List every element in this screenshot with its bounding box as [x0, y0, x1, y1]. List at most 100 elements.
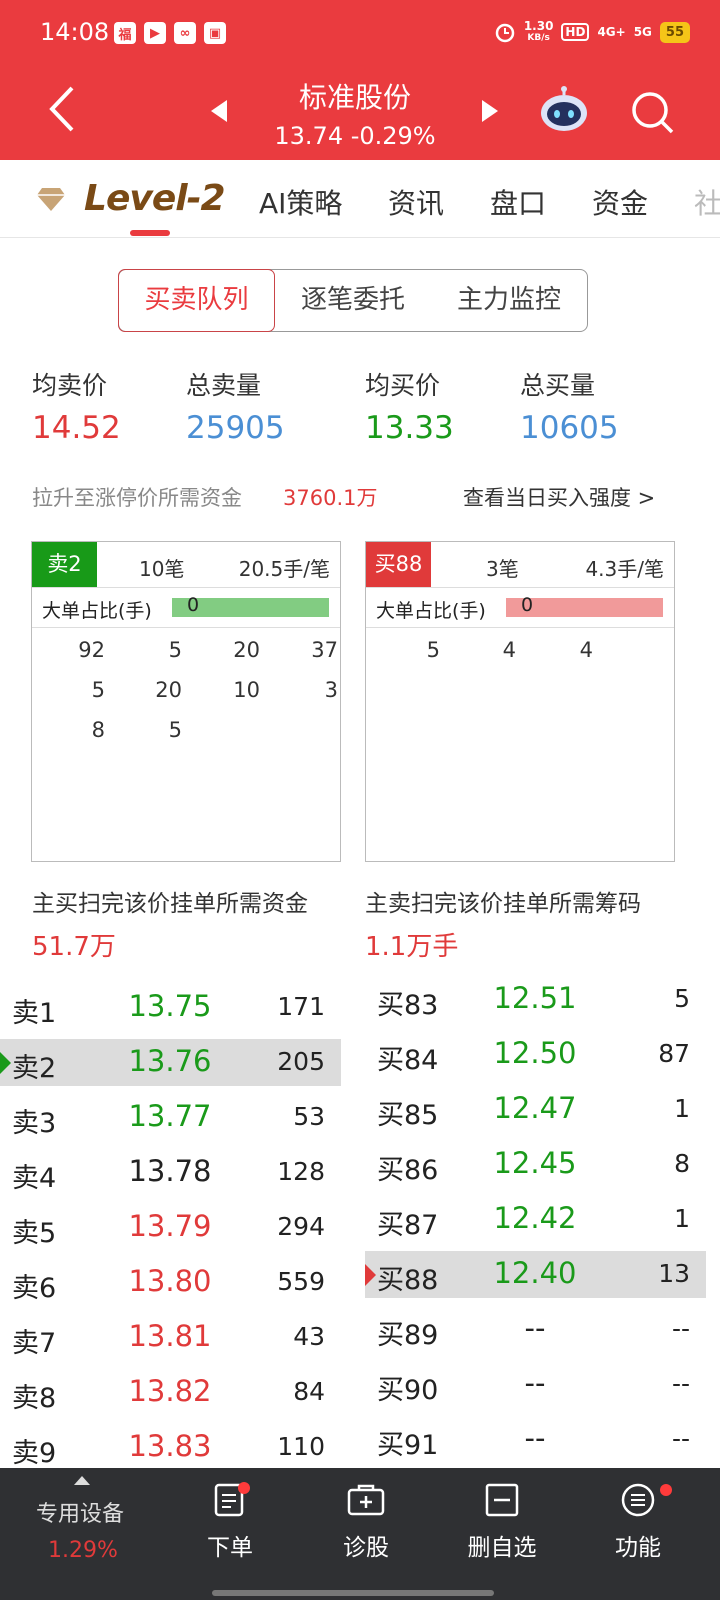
sell-ratio-label: 大单占比(手): [42, 600, 152, 622]
sell-book-row[interactable]: 卖5 13.79 294: [0, 1204, 341, 1251]
remove-watchlist-button[interactable]: 删自选: [452, 1468, 552, 1600]
avg-buy-label: 均买价: [365, 371, 441, 400]
ai-robot-icon[interactable]: [538, 86, 590, 134]
notification-dot: [660, 1484, 672, 1496]
segment-buy-sell-queue[interactable]: 买卖队列: [118, 269, 275, 332]
tab-news[interactable]: 资讯: [388, 182, 444, 222]
limit-up-fund-label: 拉升至涨停价所需资金: [32, 486, 242, 510]
sector-name: 专用设备: [36, 1502, 125, 1527]
total-sell-value: 25905: [186, 410, 285, 446]
sector-change: 1.29%: [48, 1538, 118, 1563]
video-app-icon: ▶: [144, 22, 166, 44]
buy-level-volume: 1: [674, 1094, 690, 1123]
sell-book-row[interactable]: 卖9 13.83 110: [0, 1424, 341, 1471]
sell-book-row[interactable]: 卖6 13.80 559: [0, 1259, 341, 1306]
sell-level-price: 13.78: [128, 1154, 212, 1188]
queue-cell: 20: [155, 678, 182, 702]
status-notification-icons: 福 ▶ ∞ ▣: [114, 22, 226, 44]
place-order-button[interactable]: 下单: [180, 1468, 280, 1600]
sell-book-row[interactable]: 卖4 13.78 128: [0, 1149, 341, 1196]
sell-queue-header: 卖2 10笔 20.5手/笔: [32, 542, 340, 588]
sell-queue-grid: 92 5 20 37 5 20 10 3 8 5: [32, 628, 340, 742]
sell-level-price: 13.82: [128, 1374, 212, 1408]
home-indicator[interactable]: [212, 1590, 494, 1596]
queue-cell: 5: [168, 638, 182, 662]
queue-cell: 5: [168, 718, 182, 742]
queue-cell: 92: [78, 638, 105, 662]
sector-info-button[interactable]: 专用设备 1.29%: [0, 1468, 160, 1600]
buy-book-row[interactable]: 买85 12.47 1: [365, 1086, 706, 1133]
sell-book-row[interactable]: 卖1 13.75 171: [0, 984, 341, 1031]
buy-book-row[interactable]: 买90 -- --: [365, 1361, 706, 1408]
next-stock-button[interactable]: [476, 96, 504, 126]
status-bar: 14:08 福 ▶ ∞ ▣ 1.30 KB/s HD 4G+ 5G 55: [0, 0, 720, 66]
buy-book-row[interactable]: 买91 -- --: [365, 1416, 706, 1463]
buy-level-label: 买85: [377, 1100, 439, 1131]
sell-book-row[interactable]: 卖8 13.82 84: [0, 1369, 341, 1416]
sell-book-row[interactable]: 卖7 13.81 43: [0, 1314, 341, 1361]
status-time: 14:08: [40, 18, 110, 46]
current-level-marker-icon: [365, 1264, 376, 1286]
buy-book-row[interactable]: 买87 12.42 1: [365, 1196, 706, 1243]
network-speed-value: 1.30: [523, 19, 554, 33]
signal-4g-icon: 4G+: [597, 25, 626, 39]
sell-level-volume: 84: [293, 1377, 325, 1406]
diagnose-stock-button[interactable]: 诊股: [316, 1468, 416, 1600]
functions-menu-icon: [621, 1483, 655, 1517]
tab-level2[interactable]: Level-2: [84, 178, 226, 219]
buy-level-volume: 13: [658, 1259, 690, 1288]
bottom-action-bar: 专用设备 1.29% 下单 诊股 删自选 功能: [0, 1468, 720, 1600]
sell-level-volume: 171: [277, 992, 325, 1021]
buy-book-row[interactable]: 买84 12.50 87: [365, 1031, 706, 1078]
buy-book-row[interactable]: 买88 12.40 13: [365, 1251, 706, 1298]
tab-ai-strategy[interactable]: AI策略: [259, 182, 342, 222]
tab-more[interactable]: 社区: [694, 182, 720, 222]
sell-level-volume: 559: [277, 1267, 325, 1296]
buy-level-price: --: [524, 1421, 546, 1455]
buy-sweep-value: 51.7万: [32, 932, 116, 962]
alarm-icon: [495, 23, 515, 43]
sell-level-price: 13.81: [128, 1319, 212, 1353]
diagnose-icon: [347, 1484, 385, 1516]
battery-icon: 55: [659, 21, 690, 43]
sell-book-row[interactable]: 卖2 13.76 205: [0, 1039, 341, 1086]
buy-level-price: 12.51: [493, 981, 577, 1015]
queue-cell: 20: [233, 638, 260, 662]
sell-level-volume: 128: [277, 1157, 325, 1186]
sell-book-row[interactable]: 卖3 13.77 53: [0, 1094, 341, 1141]
search-icon[interactable]: [628, 88, 676, 136]
buy-strength-link[interactable]: 查看当日买入强度 >: [463, 482, 655, 512]
queue-cell: 4: [579, 638, 593, 662]
avg-sell-label: 均卖价: [32, 371, 108, 400]
total-buy-value: 10605: [520, 410, 619, 446]
diagnose-label: 诊股: [343, 1535, 389, 1561]
tab-order-book[interactable]: 盘口: [490, 182, 546, 222]
buy-level-price: --: [524, 1366, 546, 1400]
functions-button[interactable]: 功能: [588, 1468, 688, 1600]
buy-level-volume: --: [671, 1314, 690, 1343]
buy-level-volume: --: [671, 1369, 690, 1398]
tab-funds[interactable]: 资金: [592, 182, 648, 222]
avg-sell-value: 14.52: [32, 410, 121, 446]
buy-level-label: 买88: [377, 1265, 439, 1296]
buy-large-order-ratio: 大单占比(手) 0: [366, 588, 674, 628]
total-buy-label: 总买量: [520, 371, 596, 400]
sell-level-price: 13.75: [128, 989, 212, 1023]
sell-level-label: 卖5: [12, 1218, 57, 1249]
stock-price-change: 13.74 -0.29%: [274, 122, 436, 150]
place-order-label: 下单: [207, 1535, 253, 1561]
buy-book-row[interactable]: 买89 -- --: [365, 1306, 706, 1353]
buy-queue-panel: 买88 3笔 4.3手/笔 大单占比(手) 0 5 4 4: [365, 541, 675, 862]
buy-level-volume: 87: [658, 1039, 690, 1068]
sell-level-price: 13.80: [128, 1264, 212, 1298]
sell-queue-count: 10笔: [139, 557, 185, 581]
sell-level-volume: 294: [277, 1212, 325, 1241]
buy-level-price: 12.50: [493, 1036, 577, 1070]
buy-book-row[interactable]: 买86 12.45 8: [365, 1141, 706, 1188]
buy-book-row[interactable]: 买83 12.51 5: [365, 976, 706, 1023]
sell-level-price: 13.83: [128, 1429, 212, 1463]
queue-cell: 3: [324, 678, 338, 702]
segment-main-monitor[interactable]: 主力监控: [431, 270, 587, 331]
sell-level-volume: 110: [277, 1432, 325, 1461]
segment-tick-orders[interactable]: 逐笔委托: [275, 270, 431, 331]
